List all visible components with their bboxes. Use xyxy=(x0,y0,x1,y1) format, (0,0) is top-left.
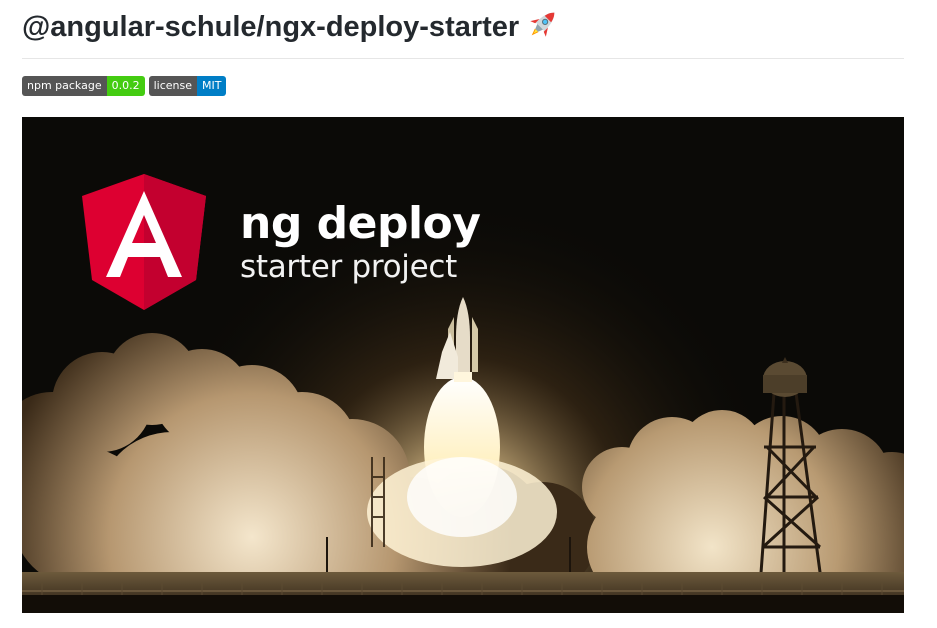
hero-banner-image: ng deploy starter project xyxy=(22,117,904,613)
hero-subtitle: starter project xyxy=(240,249,457,285)
npm-version-badge[interactable]: npm package 0.0.2 xyxy=(22,76,145,96)
hero-title: ng deploy xyxy=(240,198,481,249)
license-badge[interactable]: license MIT xyxy=(148,76,227,96)
badge-row: npm package 0.0.2 license MIT xyxy=(22,76,227,96)
rocket-icon xyxy=(525,6,561,42)
readme-container: @angular-schule/ngx-deploy-starter npm p… xyxy=(0,0,937,628)
shuttle-launch-scene xyxy=(22,117,904,613)
page-title-text: @angular-schule/ngx-deploy-starter xyxy=(22,11,520,43)
title-divider xyxy=(22,58,904,59)
npm-badge-label: npm package xyxy=(22,76,107,96)
hero-text-block: ng deploy starter project xyxy=(240,198,481,286)
page-title: @angular-schule/ngx-deploy-starter xyxy=(22,6,561,48)
npm-badge-value: 0.0.2 xyxy=(106,76,145,96)
license-badge-label: license xyxy=(148,76,198,96)
license-badge-value: MIT xyxy=(197,76,227,96)
